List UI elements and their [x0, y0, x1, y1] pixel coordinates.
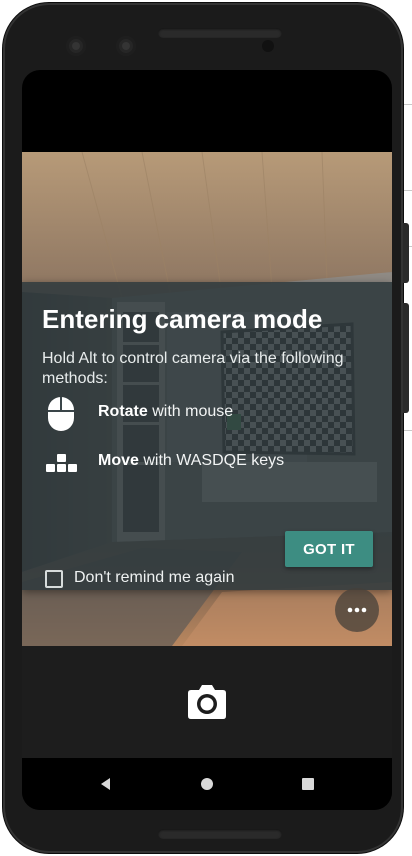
phone-screen: Entering camera mode Hold Alt to control… — [22, 70, 392, 810]
keys-icon — [44, 442, 80, 482]
earpiece-speaker — [158, 28, 282, 38]
front-sensor-icon — [116, 36, 136, 56]
dont-remind-checkbox[interactable] — [45, 570, 63, 588]
system-nav-bar — [22, 758, 392, 810]
camera-icon — [188, 685, 226, 719]
got-it-button[interactable]: GOT IT — [285, 531, 373, 567]
phone-frame: Entering camera mode Hold Alt to control… — [3, 3, 409, 853]
nav-home-icon — [201, 778, 213, 790]
nav-back-icon — [101, 778, 110, 790]
more-options-button[interactable] — [335, 588, 379, 632]
volume-button — [403, 223, 409, 283]
capture-control-bar — [22, 646, 392, 758]
camera-mode-dialog: Entering camera mode Hold Alt to control… — [22, 282, 392, 590]
bottom-speaker — [158, 829, 282, 839]
power-button — [403, 303, 409, 413]
mouse-icon — [44, 393, 80, 433]
front-camera-icon — [66, 36, 86, 56]
dont-remind-label[interactable]: Don't remind me again — [74, 569, 234, 587]
more-horizontal-icon — [347, 607, 367, 613]
nav-recents-icon — [302, 778, 314, 790]
method-rotate-text: Rotate with mouse — [98, 403, 234, 420]
nav-recents-button[interactable] — [296, 772, 320, 796]
desktop-edge-right — [404, 0, 412, 856]
nav-back-button[interactable] — [94, 772, 118, 796]
capture-button[interactable] — [187, 684, 227, 720]
dialog-subtitle: Hold Alt to control camera via the follo… — [42, 350, 344, 387]
nav-home-button[interactable] — [195, 772, 219, 796]
proximity-sensor — [262, 40, 274, 52]
dialog-title: Entering camera mode — [42, 304, 323, 334]
method-move-text: Move with WASDQE keys — [98, 452, 285, 469]
